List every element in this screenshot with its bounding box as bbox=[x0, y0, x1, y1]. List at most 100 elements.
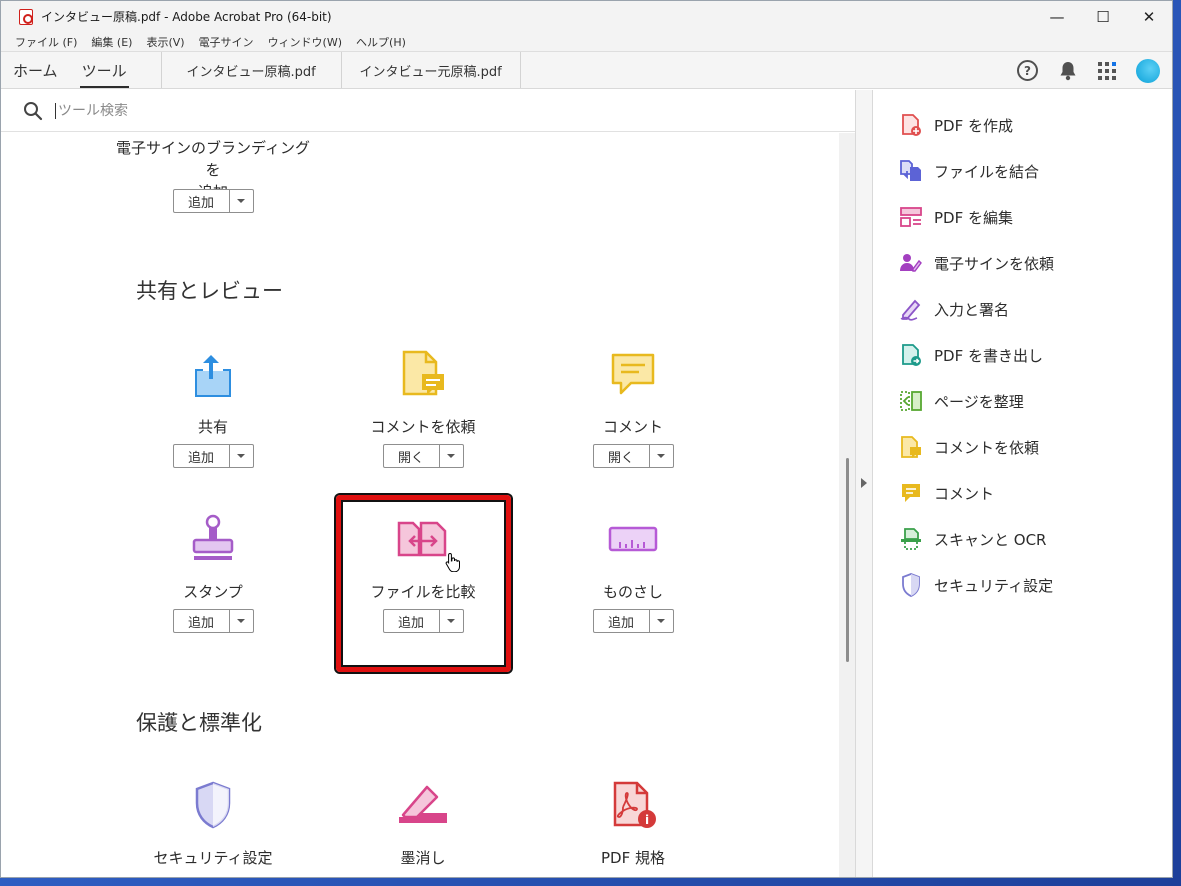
menu-window[interactable]: ウィンドウ(W) bbox=[268, 34, 342, 50]
acrobat-window: インタビュー原稿.pdf - Adobe Acrobat Pro (64-bit… bbox=[0, 0, 1173, 878]
right-item-export-pdf[interactable]: PDF を書き出し bbox=[874, 332, 1172, 378]
add-button[interactable]: 追加 bbox=[174, 610, 229, 632]
window-controls: — ☐ ✕ bbox=[1034, 1, 1172, 32]
chevron-down-icon[interactable] bbox=[648, 445, 673, 467]
tool-label: コメント bbox=[602, 418, 663, 436]
tab-home[interactable]: ホーム bbox=[1, 52, 70, 88]
right-item-organize-pages[interactable]: ページを整理 bbox=[874, 378, 1172, 424]
chevron-down-icon[interactable] bbox=[438, 445, 463, 467]
pdf-standards-icon: i bbox=[533, 777, 733, 833]
tab-bar: ホーム ツール インタビュー原稿.pdf インタビュー元原稿.pdf ? bbox=[1, 52, 1172, 89]
right-item-edit-pdf[interactable]: PDF を編集 bbox=[874, 194, 1172, 240]
menu-view[interactable]: 表示(V) bbox=[146, 34, 184, 50]
right-item-scan-ocr[interactable]: スキャンと OCR bbox=[874, 516, 1172, 562]
add-split-button[interactable]: 追加 bbox=[172, 189, 254, 213]
tool-label: PDF 規格 bbox=[601, 849, 665, 867]
right-item-request-comment[interactable]: コメントを依頼 bbox=[874, 424, 1172, 470]
add-button[interactable]: 追加 bbox=[174, 190, 229, 212]
menu-bar: ファイル (F) 編集 (E) 表示(V) 電子サイン ウィンドウ(W) ヘルプ… bbox=[1, 32, 1172, 52]
right-item-label: PDF を作成 bbox=[934, 116, 1013, 135]
tool-label: セキュリティ設定 bbox=[153, 849, 273, 867]
menu-edit[interactable]: 編集 (E) bbox=[91, 34, 132, 50]
menu-help[interactable]: ヘルプ(H) bbox=[356, 34, 406, 50]
right-item-label: 入力と署名 bbox=[934, 300, 1010, 319]
apps-grid-icon[interactable] bbox=[1098, 61, 1116, 80]
request-comment-icon bbox=[899, 435, 923, 459]
open-split-button[interactable]: 開く bbox=[592, 444, 674, 468]
chevron-down-icon[interactable] bbox=[648, 610, 673, 632]
tab-document-2[interactable]: インタビュー元原稿.pdf bbox=[340, 52, 521, 88]
section-title-share-review: 共有とレビュー bbox=[136, 279, 283, 303]
right-item-label: PDF を書き出し bbox=[934, 346, 1043, 365]
open-button[interactable]: 開く bbox=[384, 445, 439, 467]
close-button[interactable]: ✕ bbox=[1126, 1, 1172, 32]
right-item-label: コメント bbox=[934, 484, 995, 503]
add-split-button[interactable]: 追加 bbox=[592, 609, 674, 633]
tool-security-settings[interactable]: セキュリティ設定 bbox=[113, 777, 313, 869]
right-item-fill-sign[interactable]: 入力と署名 bbox=[874, 286, 1172, 332]
vertical-scrollbar[interactable] bbox=[839, 133, 855, 877]
chevron-right-icon[interactable] bbox=[861, 478, 867, 488]
menu-esign[interactable]: 電子サイン bbox=[199, 34, 254, 50]
add-button[interactable]: 追加 bbox=[174, 445, 229, 467]
tool-pdf-standards[interactable]: i PDF 規格 bbox=[533, 777, 733, 869]
open-button[interactable]: 開く bbox=[594, 445, 649, 467]
tab-tools[interactable]: ツール bbox=[70, 52, 139, 88]
highlight-box bbox=[336, 495, 511, 672]
open-split-button[interactable]: 開く bbox=[382, 444, 464, 468]
help-icon[interactable]: ? bbox=[1017, 60, 1038, 81]
tool-label: ものさし bbox=[602, 583, 663, 601]
section-title-protect-standardize: 保護と標準化 bbox=[136, 711, 262, 735]
right-item-security-settings[interactable]: セキュリティ設定 bbox=[874, 562, 1172, 608]
right-item-request-esign[interactable]: 電子サインを依頼 bbox=[874, 240, 1172, 286]
menu-file[interactable]: ファイル (F) bbox=[15, 34, 77, 50]
tool-esign-branding: 電子サインのブランディングを 追加 追加 bbox=[113, 137, 313, 213]
right-item-comment[interactable]: コメント bbox=[874, 470, 1172, 516]
hand-cursor-icon bbox=[445, 552, 461, 576]
tool-redact[interactable]: 墨消し bbox=[323, 777, 523, 869]
maximize-button[interactable]: ☐ bbox=[1080, 1, 1126, 32]
fill-sign-icon bbox=[899, 297, 923, 321]
scan-ocr-icon bbox=[899, 527, 923, 551]
chevron-down-icon[interactable] bbox=[228, 190, 253, 212]
tool-ruler[interactable]: ものさし 追加 bbox=[533, 511, 733, 633]
security-shield-icon bbox=[113, 777, 313, 833]
add-button[interactable]: 追加 bbox=[594, 610, 649, 632]
tool-label: 墨消し bbox=[400, 849, 446, 867]
organize-pages-icon bbox=[899, 389, 923, 413]
right-item-label: PDF を編集 bbox=[934, 208, 1013, 227]
tool-stamp[interactable]: スタンプ 追加 bbox=[113, 511, 313, 633]
ruler-icon bbox=[533, 511, 733, 567]
header-icons: ? bbox=[1017, 52, 1160, 89]
tool-comment[interactable]: コメント 開く bbox=[533, 346, 733, 468]
right-item-label: ページを整理 bbox=[934, 392, 1024, 411]
right-item-label: ファイルを結合 bbox=[934, 162, 1040, 181]
window-title: インタビュー原稿.pdf - Adobe Acrobat Pro (64-bit… bbox=[41, 10, 332, 24]
chevron-down-icon[interactable] bbox=[228, 610, 253, 632]
scrollbar-thumb[interactable] bbox=[846, 458, 849, 662]
tool-label: スタンプ bbox=[183, 583, 243, 601]
minimize-button[interactable]: — bbox=[1034, 1, 1080, 32]
add-split-button[interactable]: 追加 bbox=[172, 609, 254, 633]
right-item-label: 電子サインを依頼 bbox=[934, 254, 1055, 273]
request-comment-icon bbox=[323, 346, 523, 402]
avatar[interactable] bbox=[1136, 58, 1160, 83]
stamp-icon bbox=[113, 511, 313, 567]
tool-label: 共有 bbox=[197, 418, 228, 436]
right-panel-toggle[interactable] bbox=[855, 90, 873, 877]
tool-request-comment[interactable]: コメントを依頼 開く bbox=[323, 346, 523, 468]
add-split-button[interactable]: 追加 bbox=[172, 444, 254, 468]
right-item-label: スキャンと OCR bbox=[934, 530, 1047, 549]
search-input[interactable] bbox=[55, 102, 355, 119]
tab-document-1[interactable]: インタビュー原稿.pdf bbox=[160, 52, 341, 88]
right-item-label: セキュリティ設定 bbox=[934, 576, 1054, 595]
comment-icon bbox=[899, 481, 923, 505]
bell-icon[interactable] bbox=[1058, 61, 1078, 81]
right-item-create-pdf[interactable]: PDF を作成 bbox=[874, 102, 1172, 148]
tool-share[interactable]: 共有 追加 bbox=[113, 346, 313, 468]
chevron-down-icon[interactable] bbox=[228, 445, 253, 467]
edit-pdf-icon bbox=[899, 205, 923, 229]
redact-icon bbox=[323, 777, 523, 833]
svg-text:i: i bbox=[645, 813, 649, 827]
right-item-combine-files[interactable]: ファイルを結合 bbox=[874, 148, 1172, 194]
